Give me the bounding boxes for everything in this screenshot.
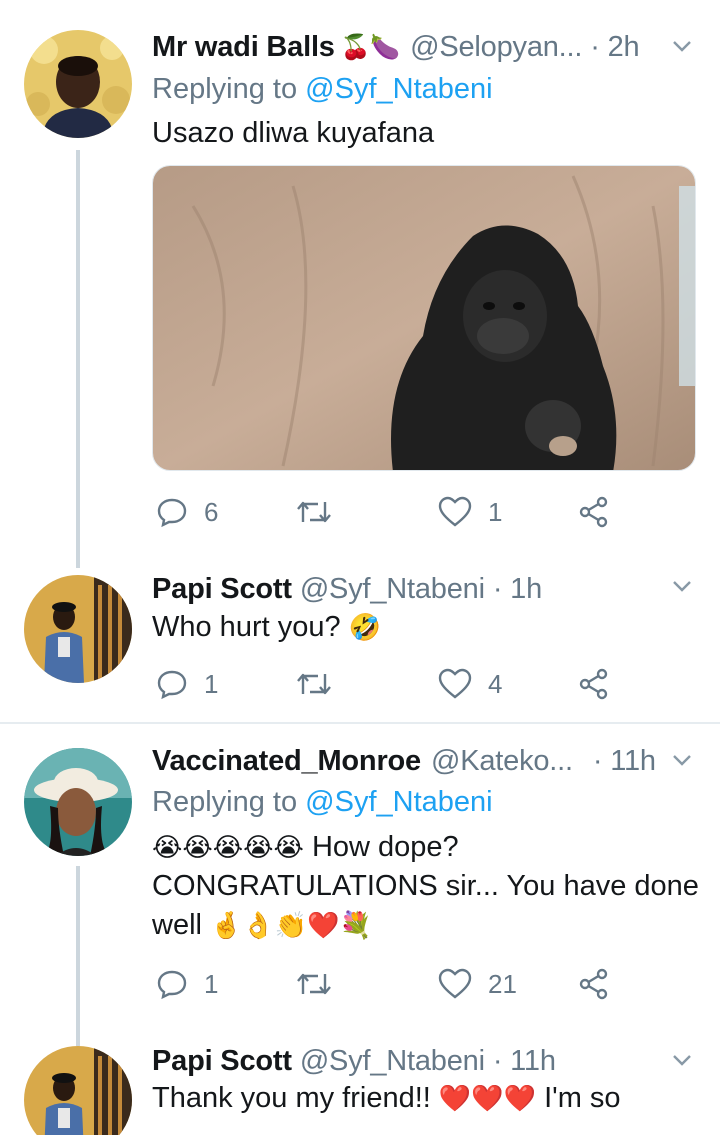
tweet-text-part-1: Thank you my friend!!: [152, 1082, 431, 1114]
reply-count: 1: [204, 968, 219, 999]
tweet-header: Vaccinated_Monroe @Kateko... · 11h: [152, 738, 656, 784]
retweet-icon: [297, 973, 331, 995]
like-button[interactable]: 1: [438, 492, 502, 532]
avatar[interactable]: [24, 748, 132, 856]
chevron-down-icon[interactable]: [672, 750, 692, 770]
heart-icon: [438, 496, 472, 527]
like-button[interactable]: 4: [438, 664, 502, 704]
reply-button[interactable]: 1: [156, 964, 218, 1004]
tweet-text-part-2: I'm so: [544, 1082, 621, 1114]
share-icon: [579, 496, 608, 528]
reply-count: 1: [204, 668, 219, 699]
share-button[interactable]: [578, 664, 610, 704]
tweet-actions: 6 1: [152, 492, 622, 532]
timestamp[interactable]: · 1h: [493, 573, 542, 606]
like-button[interactable]: 21: [438, 964, 517, 1004]
avatar[interactable]: [24, 575, 132, 683]
retweet-button[interactable]: [294, 492, 350, 532]
tweet-text-line-3-text: well: [152, 909, 202, 941]
reply-button[interactable]: 6: [156, 492, 218, 532]
tweet-text: Who hurt you? 🤣: [152, 608, 381, 647]
handle[interactable]: @Syf_Ntabeni: [300, 573, 485, 606]
retweet-icon: [297, 501, 331, 523]
emoji-row: 🤞👌👏❤️💐: [210, 910, 372, 940]
thread-line: [76, 866, 80, 1046]
timestamp[interactable]: · 11h: [593, 745, 656, 778]
tweet-1[interactable]: Mr wadi Balls 🍒🍆 @Selopyan... · 2h Reply…: [0, 0, 720, 568]
chevron-down-icon[interactable]: [672, 1050, 692, 1070]
timestamp[interactable]: · 11h: [493, 1046, 556, 1078]
retweet-button[interactable]: [294, 664, 350, 704]
reply-icon: [157, 498, 187, 528]
tweet-image[interactable]: [152, 165, 696, 471]
tweet-actions: 1 4: [152, 664, 622, 704]
heart-emoji-row: ❤️❤️❤️: [438, 1083, 537, 1113]
avatar[interactable]: [24, 1046, 132, 1135]
retweet-icon: [297, 673, 331, 695]
tweet-actions: 1 21: [152, 964, 622, 1004]
tweet-header: Mr wadi Balls 🍒🍆 @Selopyan... · 2h: [152, 24, 640, 70]
share-icon: [579, 668, 608, 700]
avatar[interactable]: [24, 30, 132, 138]
display-name[interactable]: Papi Scott: [152, 1046, 292, 1078]
replying-to-mention[interactable]: @Syf_Ntabeni: [305, 786, 492, 818]
reply-icon: [157, 970, 187, 1000]
tweet-text: Usazo dliwa kuyafana: [152, 117, 435, 149]
chevron-down-icon[interactable]: [672, 36, 692, 56]
tweet-text: 😭😭😭😭😭 How dope? CONGRATULATIONS sir... Y…: [152, 828, 699, 945]
tweet-header: Papi Scott @Syf_Ntabeni · 1h: [152, 566, 542, 612]
chevron-down-icon[interactable]: [672, 576, 692, 596]
display-name[interactable]: Papi Scott: [152, 573, 292, 606]
replying-to-label: Replying to: [152, 73, 298, 105]
replying-to: Replying to @Syf_Ntabeni: [152, 73, 493, 106]
replying-to-label: Replying to: [152, 786, 298, 818]
heart-icon: [438, 968, 472, 999]
reply-button[interactable]: 1: [156, 664, 218, 704]
display-name[interactable]: Vaccinated_Monroe: [152, 745, 421, 778]
share-icon: [579, 968, 608, 1000]
tweet-text-content: Who hurt you?: [152, 611, 341, 643]
like-count: 21: [488, 968, 517, 999]
replying-to-mention[interactable]: @Syf_Ntabeni: [305, 73, 492, 105]
handle[interactable]: @Syf_Ntabeni: [300, 1046, 485, 1078]
display-name[interactable]: Mr wadi Balls: [152, 31, 335, 64]
handle[interactable]: @Selopyan...: [410, 31, 582, 64]
retweet-button[interactable]: [294, 964, 350, 1004]
like-count: 1: [488, 496, 503, 527]
tweet-text-line-1-text: How dope?: [311, 831, 459, 863]
tweet-text-line-2: CONGRATULATIONS sir... You have done: [152, 870, 699, 902]
share-button[interactable]: [578, 492, 610, 532]
tweet-2[interactable]: Papi Scott @Syf_Ntabeni · 1h Who hurt yo…: [0, 560, 720, 723]
reply-icon: [157, 670, 187, 700]
timestamp[interactable]: · 2h: [590, 31, 639, 64]
replying-to: Replying to @Syf_Ntabeni: [152, 786, 493, 819]
tweet-4[interactable]: Papi Scott @Syf_Ntabeni · 11h Thank you …: [0, 1046, 720, 1135]
thread-line: [76, 150, 80, 568]
tweet-text: Thank you my friend!! ❤️❤️❤️ I'm so: [152, 1079, 621, 1118]
laughing-emoji: 🤣: [348, 612, 382, 642]
reply-count: 6: [204, 496, 219, 527]
crying-emoji-row: 😭😭😭😭😭: [152, 832, 304, 862]
share-button[interactable]: [578, 964, 610, 1004]
name-emoji: 🍒🍆: [340, 33, 401, 61]
handle[interactable]: @Kateko...: [431, 745, 573, 778]
heart-icon: [438, 668, 472, 699]
tweet-3[interactable]: Vaccinated_Monroe @Kateko... · 11h Reply…: [0, 724, 720, 1046]
tweet-text-line-3: well 🤞👌👏❤️💐: [152, 906, 699, 945]
like-count: 4: [488, 668, 503, 699]
tweet-text-line-1: 😭😭😭😭😭 How dope?: [152, 828, 699, 867]
